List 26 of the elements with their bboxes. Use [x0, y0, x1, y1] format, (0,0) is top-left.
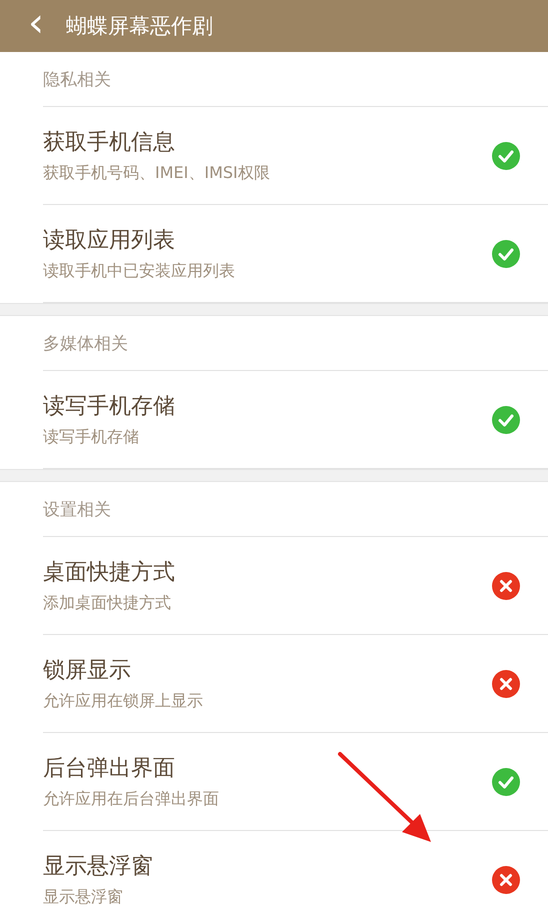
- permission-title: 获取手机信息: [43, 129, 176, 157]
- section-title: 多媒体相关: [43, 332, 128, 354]
- cross-icon[interactable]: [492, 572, 520, 600]
- permission-description: 获取手机号码、IMEI、IMSI权限: [43, 163, 271, 184]
- permission-title: 桌面快捷方式: [43, 559, 176, 587]
- permission-description: 读取手机中已安装应用列表: [43, 261, 236, 282]
- check-icon[interactable]: [492, 142, 520, 170]
- cross-icon[interactable]: [492, 670, 520, 698]
- check-icon[interactable]: [492, 768, 520, 796]
- permission-title: 读写手机存储: [43, 393, 176, 421]
- permission-description: 显示悬浮窗: [43, 887, 124, 908]
- permission-description: 添加桌面快捷方式: [43, 593, 172, 614]
- permission-title: 显示悬浮窗: [43, 853, 154, 881]
- back-button[interactable]: ‹: [0, 3, 66, 49]
- permission-title: 后台弹出界面: [43, 755, 176, 783]
- page-title: 蝴蝶屏幕恶作剧: [66, 13, 213, 40]
- permission-title: 锁屏显示: [43, 657, 132, 685]
- cross-icon[interactable]: [492, 866, 520, 894]
- check-icon[interactable]: [492, 240, 520, 268]
- permission-description: 允许应用在后台弹出界面: [43, 789, 220, 810]
- section-title: 设置相关: [43, 498, 111, 520]
- permission-title: 读取应用列表: [43, 227, 176, 255]
- check-icon[interactable]: [492, 406, 520, 434]
- section-title: 隐私相关: [43, 68, 111, 90]
- permission-description: 允许应用在锁屏上显示: [43, 691, 204, 712]
- permission-description: 读写手机存储: [43, 427, 140, 448]
